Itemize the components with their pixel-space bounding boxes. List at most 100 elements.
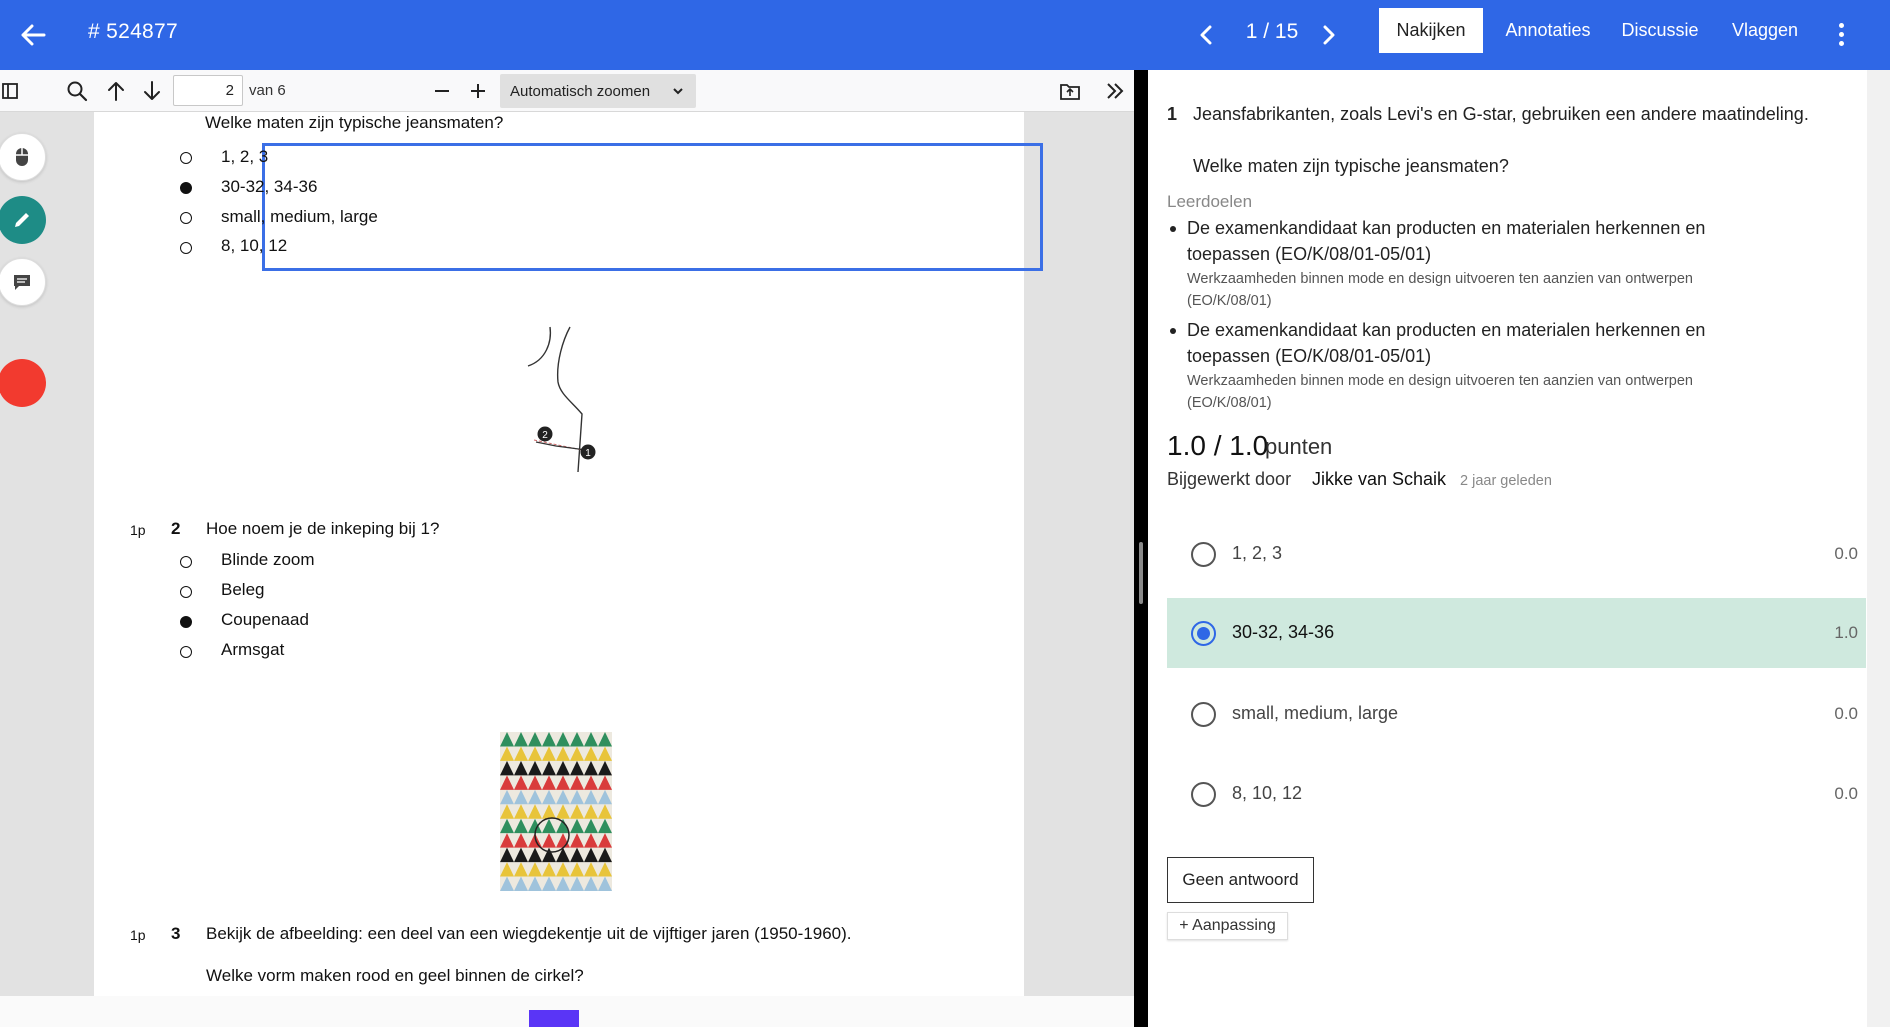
- color-swatch: [529, 1010, 579, 1027]
- option-score: 0.0: [1834, 544, 1858, 563]
- tab-discussie[interactable]: Discussie: [1612, 8, 1708, 53]
- q1-option-4: 8, 10, 12: [221, 236, 288, 255]
- mouse-icon: [16, 148, 28, 166]
- pager-indicator: 1 / 15: [1245, 20, 1299, 43]
- search-icon[interactable]: [63, 78, 91, 104]
- option-label: 8, 10, 12: [1232, 783, 1303, 803]
- record-button[interactable]: [0, 359, 46, 407]
- updated-when: 2 jaar geleden: [1460, 473, 1552, 489]
- q1-option-1: 1, 2, 3: [221, 147, 269, 166]
- option-radio[interactable]: [1191, 702, 1216, 727]
- leerdoel-line: De examenkandidaat kan producten en mate…: [1187, 320, 1706, 340]
- open-file-icon[interactable]: [1056, 78, 1084, 104]
- leerdoel-line: De examenkandidaat kan producten en mate…: [1187, 218, 1706, 238]
- submission-title: # 524877: [88, 20, 178, 43]
- tab-nakijken[interactable]: Nakijken: [1379, 8, 1483, 53]
- pencil-icon: [15, 213, 29, 227]
- answer-option[interactable]: small, medium, large 0.0: [1167, 679, 1866, 749]
- garment-sketch-figure: 2 1: [527, 326, 596, 473]
- leerdoel-line: toepassen (EO/K/08/01-05/01): [1187, 244, 1432, 264]
- q2-points: 1p: [130, 522, 146, 538]
- q1-option-2: 30-32, 34-36: [221, 177, 318, 196]
- option-label: 30-32, 34-36: [1232, 622, 1335, 642]
- option-score: 1.0: [1834, 623, 1858, 642]
- q1-option-radio: [180, 152, 192, 164]
- updated-prefix: Bijgewerkt door: [1167, 469, 1292, 489]
- question-text: Jeansfabrikanten, zoals Levi's en G-star…: [1193, 104, 1809, 124]
- add-adjustment-button[interactable]: + Aanpassing: [1167, 912, 1288, 940]
- option-score: 0.0: [1834, 784, 1858, 803]
- answer-option-selected[interactable]: 30-32, 34-36 1.0: [1167, 598, 1866, 668]
- q1-prompt: Welke maten zijn typische jeansmaten?: [205, 113, 504, 132]
- pencil-tool-button[interactable]: [0, 196, 46, 244]
- q2-option-4: Armsgat: [221, 640, 285, 659]
- q2-option-radio: [180, 586, 192, 598]
- back-arrow-icon[interactable]: [12, 14, 54, 56]
- top-bar: # 524877 1 / 15 Nakijken Annotaties Disc…: [0, 0, 1890, 70]
- q2-text: Hoe noem je de inkeping bij 1?: [206, 519, 440, 538]
- pdf-viewer[interactable]: Welke maten zijn typische jeansmaten? 1,…: [0, 112, 1134, 1027]
- page-total-label: van 6: [249, 82, 286, 99]
- double-chevron-right-icon[interactable]: [1101, 78, 1129, 104]
- q2-option-radio-selected: [180, 616, 192, 628]
- q2-option-radio: [180, 646, 192, 658]
- q3-text: Bekijk de afbeelding: een deel van een w…: [206, 924, 852, 943]
- score-unit: punten: [1265, 434, 1333, 459]
- q1-option-radio: [180, 242, 192, 254]
- option-label: 1, 2, 3: [1232, 543, 1283, 563]
- comment-icon: [14, 275, 30, 290]
- no-answer-button[interactable]: Geen antwoord: [1167, 857, 1314, 903]
- more-vertical-icon[interactable]: [1826, 14, 1856, 54]
- answer-option[interactable]: 1, 2, 3 0.0: [1167, 519, 1866, 589]
- leerdoel-sub: (EO/K/08/01): [1187, 293, 1272, 309]
- scrollbar[interactable]: [1867, 70, 1890, 1027]
- question-sub: Welke maten zijn typische jeansmaten?: [1193, 156, 1509, 176]
- figure-label-1: 1: [585, 448, 591, 459]
- q3-points: 1p: [130, 927, 146, 943]
- option-radio[interactable]: [1191, 542, 1216, 567]
- page-number-input[interactable]: [173, 75, 243, 106]
- q3-number: 3: [171, 924, 181, 943]
- panel-splitter[interactable]: [1134, 70, 1148, 1027]
- zoom-out-icon[interactable]: [428, 78, 456, 104]
- bullet: [1170, 226, 1176, 232]
- option-score: 0.0: [1834, 704, 1858, 723]
- chevron-right-icon[interactable]: [1310, 16, 1348, 54]
- pdf-toolbar: van 6 Automatisch zoomen: [0, 70, 1134, 112]
- arrow-down-icon[interactable]: [138, 78, 166, 104]
- splitter-grip[interactable]: [1139, 542, 1143, 604]
- option-radio[interactable]: [1191, 782, 1216, 807]
- tab-vlaggen[interactable]: Vlaggen: [1720, 8, 1810, 53]
- q2-option-1: Blinde zoom: [221, 550, 315, 569]
- pdf-bottom-strip: [0, 996, 1134, 1027]
- pdf-page: Welke maten zijn typische jeansmaten? 1,…: [94, 112, 1043, 996]
- score-value: 1.0 / 1.0: [1167, 430, 1269, 461]
- leerdoel-line: toepassen (EO/K/08/01-05/01): [1187, 346, 1432, 366]
- q2-option-radio: [180, 556, 192, 568]
- tab-annotaties[interactable]: Annotaties: [1496, 8, 1600, 53]
- chevron-left-icon[interactable]: [1187, 16, 1225, 54]
- chevron-down-icon: [672, 83, 684, 100]
- option-radio-selected[interactable]: [1191, 621, 1216, 646]
- zoom-in-icon[interactable]: [464, 78, 492, 104]
- q2-option-3: Coupenaad: [221, 610, 309, 629]
- comment-tool-button[interactable]: [0, 258, 46, 306]
- bullet: [1170, 328, 1176, 334]
- mouse-tool-button[interactable]: [0, 133, 46, 181]
- question-number: 1: [1167, 104, 1178, 124]
- leerdoel-sub: Werkzaamheden binnen mode en design uitv…: [1187, 271, 1693, 287]
- updated-by: Jikke van Schaik: [1312, 469, 1447, 489]
- q1-option-radio-selected: [180, 182, 192, 194]
- q1-option-3: small, medium, large: [221, 207, 378, 226]
- answer-option[interactable]: 8, 10, 12 0.0: [1167, 759, 1866, 829]
- zoom-select[interactable]: Automatisch zoomen: [500, 74, 696, 108]
- zoom-select-label: Automatisch zoomen: [510, 83, 651, 100]
- sidebar-toggle-icon[interactable]: [0, 78, 24, 104]
- arrow-up-icon[interactable]: [102, 78, 130, 104]
- figure-label-2: 2: [542, 430, 548, 441]
- q1-option-radio: [180, 212, 192, 224]
- q2-number: 2: [171, 519, 181, 538]
- leerdoel-sub: Werkzaamheden binnen mode en design uitv…: [1187, 373, 1693, 389]
- answer-highlight-box: [262, 143, 1043, 271]
- option-label: small, medium, large: [1232, 703, 1399, 723]
